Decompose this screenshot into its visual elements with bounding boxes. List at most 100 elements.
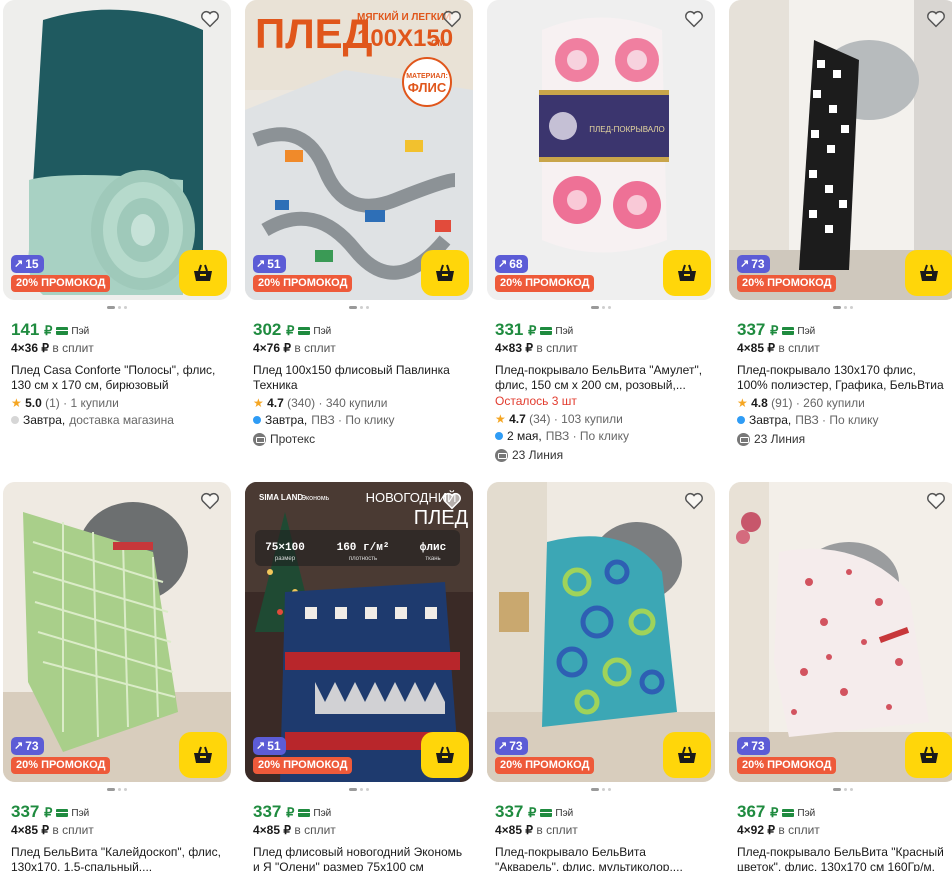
- promo-badge: 20% ПРОМОКОД: [495, 275, 595, 292]
- overlay-label: ПЛЕД-ПОКРЫВАЛО: [589, 125, 665, 134]
- product-card[interactable]: ПЛЕД МЯГКИЙ И ЛЕГКИЙ 100Х150 СМ МАТЕРИАЛ…: [245, 0, 473, 447]
- image-pager: [245, 788, 473, 792]
- overlay-material: ФЛИС: [408, 80, 447, 95]
- price: 331 ₽: [495, 320, 537, 339]
- delivery-info: Завтра, ПВЗ · По клику: [737, 412, 949, 428]
- price: 337 ₽: [253, 802, 295, 821]
- overlay-density-label: плотность: [349, 556, 377, 562]
- cashback-badge: ↗ 51: [253, 255, 286, 273]
- promo-badge: 20% ПРОМОКОД: [253, 757, 353, 774]
- overlay-fabric: флис: [420, 541, 446, 554]
- promo-badge: 20% ПРОМОКОД: [737, 757, 837, 774]
- add-to-cart-button[interactable]: [179, 732, 227, 778]
- product-card[interactable]: SIMA LAND Экономь НОВОГОДНИЙ ПЛЕД 75×100…: [245, 482, 473, 871]
- pay-label: Пэй: [298, 326, 331, 337]
- overlay-size-label: размер: [275, 556, 296, 562]
- product-image[interactable]: ↗ 15 20% ПРОМОКОД: [3, 0, 231, 300]
- product-card[interactable]: ↗ 73 20% ПРОМОКОД 367 ₽ Пэй 4×92 ₽ в сплит…: [729, 482, 952, 871]
- store-icon: [737, 432, 750, 446]
- rating: ★ 5.0 (1) · 1 купили: [11, 396, 119, 410]
- pay-label: Пэй: [56, 808, 89, 819]
- delivery-info: Завтра, ПВЗ · По клику: [253, 412, 465, 428]
- product-title[interactable]: Плед-покрывало БельВита "Амулет", флис, …: [495, 363, 707, 393]
- add-to-cart-button[interactable]: [905, 250, 952, 296]
- add-to-cart-button[interactable]: [421, 250, 469, 296]
- product-image[interactable]: ↗ 73 20% ПРОМОКОД: [3, 482, 231, 782]
- delivery-info: Завтра, доставка магазина: [11, 412, 223, 428]
- split-payment: 4×85 ₽ в сплит: [737, 341, 820, 355]
- split-payment: 4×36 ₽ в сплит: [11, 341, 94, 355]
- product-image[interactable]: ↗ 73 20% ПРОМОКОД: [729, 0, 952, 300]
- cashback-badge: ↗ 73: [11, 737, 44, 755]
- promo-badge: 20% ПРОМОКОД: [11, 275, 111, 292]
- pay-label: Пэй: [540, 326, 573, 337]
- pay-label: Пэй: [298, 808, 331, 819]
- seller[interactable]: Протекс: [253, 431, 465, 447]
- add-to-cart-button[interactable]: [663, 732, 711, 778]
- overlay-size: 75×100: [265, 542, 305, 554]
- basket-icon: [678, 264, 696, 281]
- product-card[interactable]: ↗ 15 20% ПРОМОКОД 141 ₽ Пэй 4×36 ₽ в сплит…: [3, 0, 231, 428]
- heart-icon[interactable]: [441, 490, 463, 512]
- image-pager: [729, 306, 952, 310]
- basket-icon: [920, 746, 938, 763]
- add-to-cart-button[interactable]: [663, 250, 711, 296]
- promo-badge: 20% ПРОМОКОД: [495, 757, 595, 774]
- overlay-small: МЯГКИЙ И ЛЕГКИЙ: [357, 10, 451, 23]
- product-image[interactable]: ПЛЕД МЯГКИЙ И ЛЕГКИЙ 100Х150 СМ МАТЕРИАЛ…: [245, 0, 473, 300]
- overlay-word: ПЛЕД: [255, 10, 373, 57]
- add-to-cart-button[interactable]: [179, 250, 227, 296]
- store-icon: [495, 448, 508, 462]
- product-title[interactable]: Плед-покрывало БельВита "Красный цветок"…: [737, 845, 949, 871]
- seller[interactable]: 23 Линия: [495, 447, 707, 463]
- product-card[interactable]: ↗ 73 20% ПРОМОКОД 337 ₽ Пэй 4×85 ₽ в сплит…: [729, 0, 952, 447]
- product-title[interactable]: Плед БельВита "Калейдоскоп", флис, 130х1…: [11, 845, 223, 871]
- basket-icon: [194, 746, 212, 763]
- cashback-badge: ↗ 73: [737, 255, 770, 273]
- product-card[interactable]: ↗ 73 20% ПРОМОКОД 337 ₽ Пэй 4×85 ₽ в сплит…: [487, 482, 715, 871]
- overlay-brand2: Экономь: [301, 495, 330, 502]
- overlay-brand: SIMA LAND: [259, 493, 303, 502]
- image-pager: [245, 306, 473, 310]
- split-payment: 4×92 ₽ в сплит: [737, 823, 820, 837]
- product-title[interactable]: Плед 100х150 флисовый Павлинка Техника: [253, 363, 465, 393]
- heart-icon[interactable]: [925, 8, 947, 30]
- basket-icon: [678, 746, 696, 763]
- product-image[interactable]: SIMA LAND Экономь НОВОГОДНИЙ ПЛЕД 75×100…: [245, 482, 473, 782]
- add-to-cart-button[interactable]: [421, 732, 469, 778]
- product-card[interactable]: ПЛЕД-ПОКРЫВАЛО ↗ 68 20% ПРОМОКОД 331 ₽ Пэй…: [487, 0, 715, 463]
- product-title[interactable]: Плед-покрывало 130х170 флис, 100% полиэс…: [737, 363, 949, 393]
- heart-icon[interactable]: [199, 490, 221, 512]
- product-title[interactable]: Плед Casa Conforte "Полосы", флис, 130 с…: [11, 363, 223, 393]
- rating: ★ 4.7 (34) · 103 купили: [495, 412, 623, 426]
- seller[interactable]: 23 Линия: [737, 431, 949, 447]
- split-payment: 4×85 ₽ в сплит: [495, 823, 578, 837]
- heart-icon[interactable]: [199, 8, 221, 30]
- product-card[interactable]: ↗ 73 20% ПРОМОКОД 337 ₽ Пэй 4×85 ₽ в сплит…: [3, 482, 231, 871]
- heart-icon[interactable]: [683, 490, 705, 512]
- rating: ★ 4.8 (91) · 260 купили: [737, 396, 865, 410]
- product-title[interactable]: Плед флисовый новогодний Экономь и Я "Ол…: [253, 845, 465, 871]
- add-to-cart-button[interactable]: [905, 732, 952, 778]
- price: 141 ₽: [11, 320, 53, 339]
- basket-icon: [436, 746, 454, 763]
- heart-icon[interactable]: [683, 8, 705, 30]
- overlay-unit: СМ: [431, 38, 445, 48]
- image-pager: [729, 788, 952, 792]
- delivery-info: 2 мая, ПВЗ · По клику: [495, 428, 707, 444]
- product-image[interactable]: ↗ 73 20% ПРОМОКОД: [729, 482, 952, 782]
- split-payment: 4×85 ₽ в сплит: [253, 823, 336, 837]
- heart-icon[interactable]: [441, 8, 463, 30]
- pay-label: Пэй: [56, 326, 89, 337]
- product-image[interactable]: ПЛЕД-ПОКРЫВАЛО ↗ 68 20% ПРОМОКОД: [487, 0, 715, 300]
- price: 367 ₽: [737, 802, 779, 821]
- price: 337 ₽: [495, 802, 537, 821]
- basket-icon: [920, 264, 938, 281]
- split-payment: 4×85 ₽ в сплит: [11, 823, 94, 837]
- product-image[interactable]: ↗ 73 20% ПРОМОКОД: [487, 482, 715, 782]
- heart-icon[interactable]: [925, 490, 947, 512]
- product-title[interactable]: Плед-покрывало БельВита "Акварель", флис…: [495, 845, 707, 871]
- overlay-density: 160 г/м²: [337, 542, 390, 554]
- pay-label: Пэй: [782, 326, 815, 337]
- image-pager: [487, 306, 715, 310]
